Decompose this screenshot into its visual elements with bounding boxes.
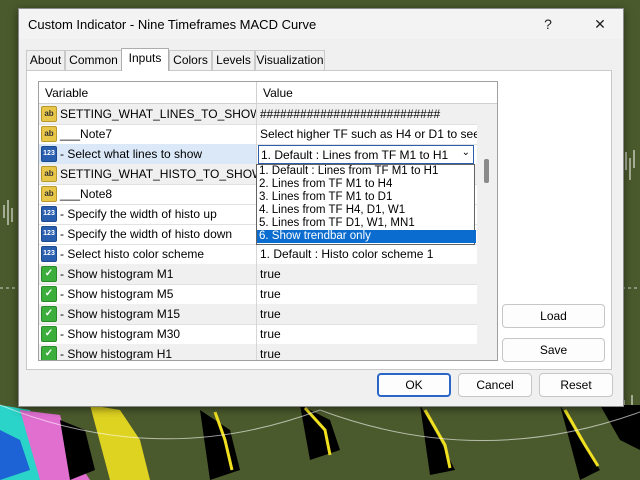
table-row[interactable]: ✓ - Show histogram H1 true [39, 344, 477, 361]
variable-name: ___Note7 [60, 127, 113, 141]
tab-common[interactable]: Common [65, 50, 122, 70]
string-type-icon: ab [41, 126, 57, 142]
close-button[interactable]: ✕ [591, 15, 609, 33]
column-divider[interactable] [256, 82, 257, 103]
value-cell[interactable]: true [260, 347, 281, 360]
boolean-type-icon: ✓ [41, 266, 57, 282]
tab-about[interactable]: About [26, 50, 65, 70]
dropdown-option[interactable]: 5. Lines from TF D1, W1, MN1 [257, 217, 476, 230]
boolean-type-icon: ✓ [41, 286, 57, 302]
value-cell[interactable]: true [260, 327, 281, 341]
table-row[interactable]: ab SETTING_WHAT_LINES_TO_SHOW ###########… [39, 104, 477, 125]
variable-name: - Specify the width of histo down [60, 227, 233, 241]
tab-inputs[interactable]: Inputs [121, 48, 169, 71]
variable-name: - Specify the width of histo up [60, 207, 217, 221]
window-title: Custom Indicator - Nine Timeframes MACD … [28, 17, 317, 32]
chevron-down-icon[interactable]: ⌄ [462, 147, 470, 158]
integer-type-icon: 123 [41, 226, 57, 242]
variable-name: - Show histogram M5 [60, 287, 174, 301]
variable-name: - Show histogram M30 [60, 327, 181, 341]
dropdown-option[interactable]: 1. Default : Lines from TF M1 to H1 [257, 165, 476, 178]
table-row[interactable]: ✓ - Show histogram M30 true [39, 324, 477, 345]
variable-name: - Show histogram M15 [60, 307, 181, 321]
dropdown-option-highlighted[interactable]: 6. Show trendbar only [257, 230, 476, 243]
value-cell[interactable]: true [260, 287, 281, 301]
ok-button[interactable]: OK [377, 373, 451, 397]
tab-colors[interactable]: Colors [169, 50, 212, 70]
table-row[interactable]: ✓ - Show histogram M5 true [39, 284, 477, 305]
lines-select-combobox[interactable]: 1. Default : Lines from TF M1 to H1 ⌄ [258, 145, 474, 164]
variable-name: SETTING_WHAT_HISTO_TO_SHOW [60, 167, 257, 181]
integer-type-icon: 123 [41, 246, 57, 262]
table-row[interactable]: ✓ - Show histogram M1 true [39, 264, 477, 285]
integer-type-icon: 123 [41, 146, 57, 162]
string-type-icon: ab [41, 106, 57, 122]
variable-name: ___Note8 [60, 187, 113, 201]
column-header-value[interactable]: Value [263, 86, 293, 100]
boolean-type-icon: ✓ [41, 346, 57, 360]
tab-visualization[interactable]: Visualization [255, 50, 325, 70]
dropdown-option[interactable]: 4. Lines from TF H4, D1, W1 [257, 204, 476, 217]
boolean-type-icon: ✓ [41, 326, 57, 342]
variable-name: - Show histogram M1 [60, 267, 174, 281]
save-button[interactable]: Save [502, 338, 605, 362]
dropdown-option[interactable]: 3. Lines from TF M1 to D1 [257, 191, 476, 204]
variable-name: - Show histogram H1 [60, 347, 173, 361]
title-bar: Custom Indicator - Nine Timeframes MACD … [19, 9, 623, 39]
dropdown-option[interactable]: 2. Lines from TF M1 to H4 [257, 178, 476, 191]
table-row[interactable]: ✓ - Show histogram M15 true [39, 304, 477, 325]
tab-levels[interactable]: Levels [212, 50, 255, 70]
value-cell[interactable]: Select higher TF such as H4 or D1 to see… [260, 127, 477, 141]
help-button[interactable]: ? [539, 15, 557, 33]
string-type-icon: ab [41, 166, 57, 182]
variable-name: - Select histo color scheme [60, 247, 205, 261]
variable-name: SETTING_WHAT_LINES_TO_SHOW [60, 107, 257, 121]
value-cell[interactable]: 1. Default : Histo color scheme 1 [260, 247, 433, 261]
lines-dropdown-list: 1. Default : Lines from TF M1 to H1 2. L… [256, 164, 476, 245]
variable-name: - Select what lines to show [60, 147, 203, 161]
column-header-variable[interactable]: Variable [45, 86, 88, 100]
value-cell[interactable]: true [260, 307, 281, 321]
integer-type-icon: 123 [41, 206, 57, 222]
boolean-type-icon: ✓ [41, 306, 57, 322]
table-row[interactable]: 123- Select histo color scheme 1. Defaul… [39, 244, 477, 265]
reset-button[interactable]: Reset [539, 373, 613, 397]
grid-header: Variable Value [39, 82, 497, 104]
value-cell[interactable]: true [260, 267, 281, 281]
table-row[interactable]: 123- Select what lines to show 1. Defaul… [39, 144, 477, 165]
value-cell[interactable]: ########################### [260, 107, 440, 121]
string-type-icon: ab [41, 186, 57, 202]
cancel-button[interactable]: Cancel [458, 373, 532, 397]
table-row[interactable]: ab ___Note7 Select higher TF such as H4 o… [39, 124, 477, 145]
combobox-value: 1. Default : Lines from TF M1 to H1 [261, 148, 449, 162]
grid-scrollbar[interactable] [477, 104, 497, 360]
scrollbar-thumb[interactable] [484, 159, 489, 183]
load-button[interactable]: Load [502, 304, 605, 328]
